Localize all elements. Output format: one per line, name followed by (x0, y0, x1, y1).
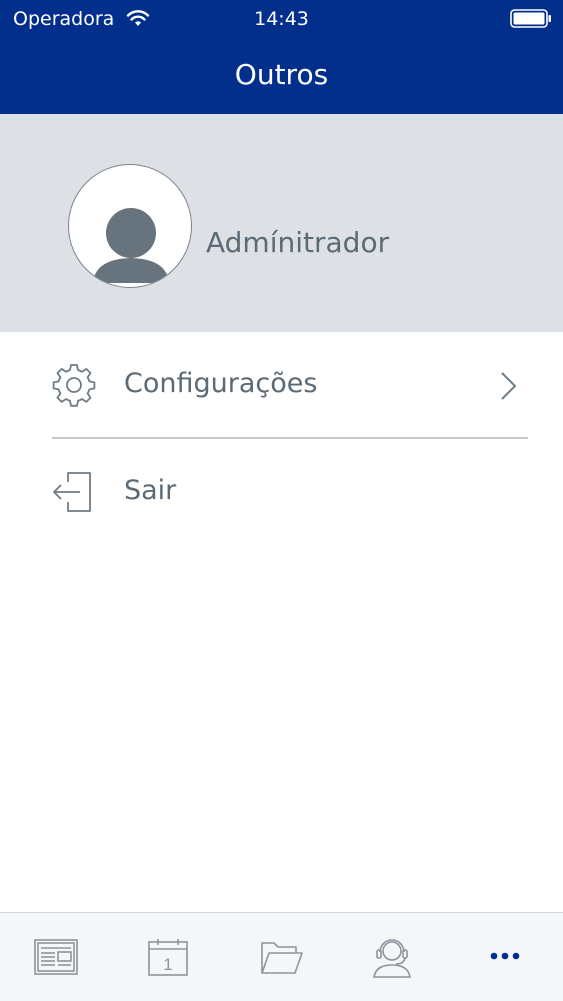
menu-item-label: Configurações (124, 368, 318, 399)
menu-item-logout[interactable]: Sair (0, 440, 563, 544)
battery-icon (510, 9, 551, 28)
more-dots-icon (490, 952, 520, 960)
support-headset-icon (373, 939, 411, 978)
tab-calendar[interactable]: 1 (112, 913, 224, 1001)
tab-more[interactable] (448, 913, 560, 1001)
chevron-right-icon (501, 372, 517, 400)
folder-icon (261, 942, 303, 974)
divider (52, 437, 528, 439)
avatar[interactable] (68, 164, 192, 288)
tab-bar: 1 (0, 912, 563, 1001)
user-silhouette-icon (93, 208, 169, 283)
calendar-day: 1 (163, 955, 172, 974)
news-icon (34, 939, 78, 975)
gear-icon (52, 364, 96, 407)
page-title: Outros (234, 58, 329, 91)
tab-news[interactable] (0, 913, 112, 1001)
menu-item-label: Sair (124, 475, 177, 506)
nav-header: Operadora 14:43 Outros (0, 0, 563, 114)
profile-name: Admínitrador (206, 226, 390, 259)
tab-support[interactable] (336, 913, 448, 1001)
calendar-icon: 1 (148, 939, 188, 976)
status-bar: Operadora 14:43 (0, 0, 563, 40)
logout-icon (53, 472, 91, 512)
clock-label: 14:43 (254, 8, 309, 30)
profile-section: Admínitrador (0, 114, 563, 332)
menu-item-settings[interactable]: Configurações (0, 333, 563, 437)
tab-documents[interactable] (224, 913, 336, 1001)
